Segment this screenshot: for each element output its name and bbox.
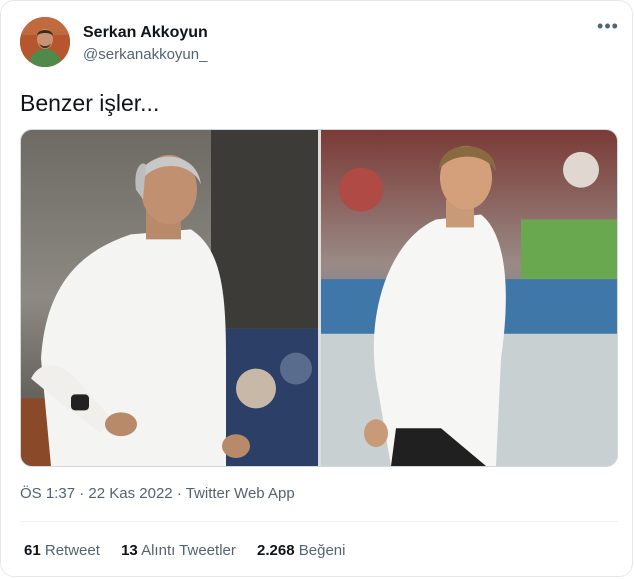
photo-left[interactable] bbox=[21, 130, 318, 466]
more-options-icon[interactable]: ••• bbox=[593, 17, 623, 43]
tweet-time[interactable]: ÖS 1:37 bbox=[20, 485, 75, 502]
likes-count: 2.268 bbox=[257, 542, 295, 559]
likes-label: Beğeni bbox=[298, 542, 346, 559]
likes-stat[interactable]: 2.268 Beğeni bbox=[257, 542, 345, 559]
tweet-source[interactable]: Twitter Web App bbox=[186, 485, 295, 502]
retweets-count: 61 bbox=[24, 542, 41, 559]
divider bbox=[20, 521, 618, 522]
retweets-label: Retweet bbox=[44, 542, 100, 559]
avatar[interactable] bbox=[20, 17, 70, 67]
tweet-card: Serkan Akkoyun @serkanakkoyun_ ••• Benze… bbox=[0, 0, 633, 577]
tweet-media[interactable] bbox=[20, 129, 618, 467]
tweet-date[interactable]: 22 Kas 2022 bbox=[88, 485, 172, 502]
tweet-text: Benzer işler... bbox=[20, 90, 160, 116]
retweets-stat[interactable]: 61 Retweet bbox=[24, 542, 100, 559]
tweet-meta: ÖS 1:37 · 22 Kas 2022 · Twitter Web App bbox=[20, 485, 295, 502]
quotes-label: Alıntı Tweetler bbox=[141, 542, 236, 559]
avatar-image bbox=[20, 17, 70, 67]
author-display-name[interactable]: Serkan Akkoyun bbox=[83, 24, 208, 42]
author-handle[interactable]: @serkanakkoyun_ bbox=[83, 46, 207, 63]
tweet-stats: 61 Retweet 13 Alıntı Tweetler 2.268 Beğe… bbox=[24, 542, 362, 559]
photo-right[interactable] bbox=[321, 130, 618, 466]
meta-separator: · bbox=[176, 485, 182, 502]
quotes-stat[interactable]: 13 Alıntı Tweetler bbox=[121, 542, 236, 559]
quotes-count: 13 bbox=[121, 542, 138, 559]
meta-separator: · bbox=[79, 485, 85, 502]
